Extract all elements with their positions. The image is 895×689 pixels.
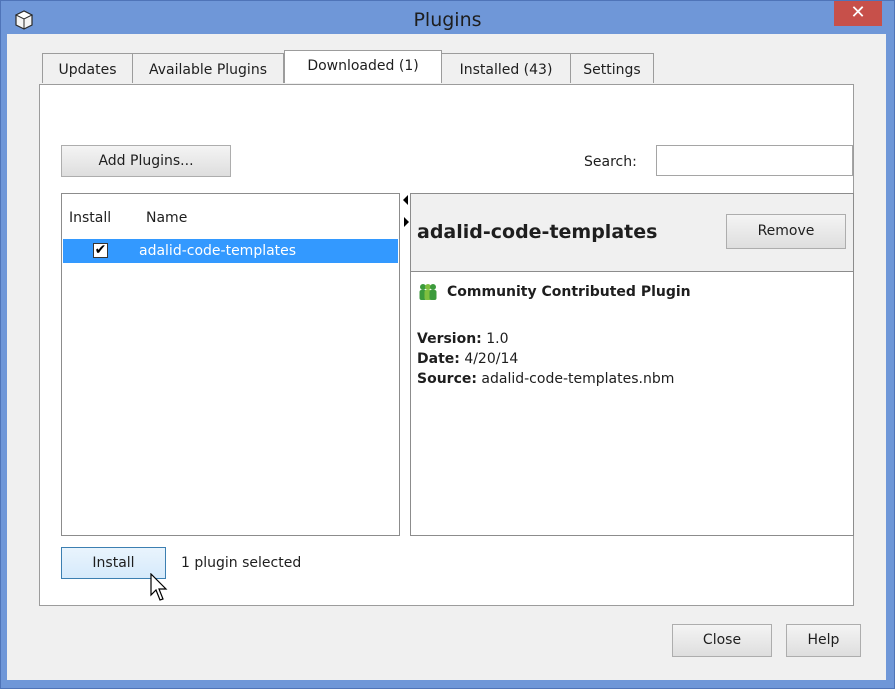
help-button[interactable]: Help: [786, 624, 861, 657]
selection-status: 1 plugin selected: [181, 555, 302, 571]
remove-label: Remove: [757, 223, 815, 239]
date-label: Date:: [417, 351, 460, 367]
title-bar[interactable]: Plugins ✕: [1, 1, 894, 35]
source-line: Source: adalid-code-templates.nbm: [417, 371, 674, 387]
splitter-collapse-left-icon[interactable]: [402, 194, 410, 206]
source-label: Source:: [417, 371, 477, 387]
install-label: Install: [92, 555, 135, 571]
detail-header: adalid-code-templates Remove: [411, 194, 853, 272]
date-line: Date: 4/20/14: [417, 351, 518, 367]
tab-installed[interactable]: Installed (43): [441, 53, 571, 83]
community-people-icon: [419, 284, 437, 300]
tab-label: Available Plugins: [149, 62, 267, 78]
column-header-install[interactable]: Install: [69, 210, 111, 226]
search-label: Search:: [584, 154, 637, 170]
column-header-name[interactable]: Name: [146, 210, 187, 226]
add-plugins-button[interactable]: Add Plugins...: [61, 145, 231, 177]
tab-available-plugins[interactable]: Available Plugins: [132, 53, 284, 83]
window-title: Plugins: [413, 9, 482, 31]
tab-label: Downloaded (1): [307, 58, 419, 74]
source-value: adalid-code-templates.nbm: [481, 371, 675, 387]
help-label: Help: [807, 632, 840, 648]
tab-label: Settings: [583, 62, 641, 78]
mouse-cursor-icon: [150, 573, 168, 601]
date-value: 4/20/14: [464, 351, 519, 367]
checkmark-icon: ✔: [94, 242, 107, 258]
community-badge-text: Community Contributed Plugin: [447, 284, 691, 300]
tab-label: Updates: [58, 62, 117, 78]
splitter-expand-right-icon[interactable]: [402, 216, 410, 228]
install-checkbox[interactable]: ✔: [93, 243, 108, 258]
remove-button[interactable]: Remove: [726, 214, 846, 249]
version-line: Version: 1.0: [417, 331, 509, 347]
close-button[interactable]: Close: [672, 624, 772, 657]
tab-settings[interactable]: Settings: [570, 53, 654, 83]
version-label: Version:: [417, 331, 482, 347]
plugin-list[interactable]: Install Name ✔ adalid-code-templates: [61, 193, 400, 536]
community-badge: Community Contributed Plugin: [417, 283, 691, 301]
version-value: 1.0: [486, 331, 509, 347]
tab-downloaded[interactable]: Downloaded (1): [284, 50, 442, 83]
search-input[interactable]: [656, 145, 853, 176]
list-item[interactable]: ✔ adalid-code-templates: [63, 239, 398, 263]
tab-updates[interactable]: Updates: [42, 53, 133, 83]
plugin-title: adalid-code-templates: [417, 221, 658, 243]
plugin-detail-pane: adalid-code-templates Remove Community C…: [410, 193, 854, 536]
close-label: Close: [702, 632, 742, 648]
close-icon: ✕: [850, 2, 866, 23]
add-plugins-label: Add Plugins...: [98, 153, 194, 169]
tab-label: Installed (43): [459, 62, 553, 78]
close-window-button[interactable]: ✕: [834, 1, 882, 26]
plugin-name: adalid-code-templates: [139, 243, 297, 259]
